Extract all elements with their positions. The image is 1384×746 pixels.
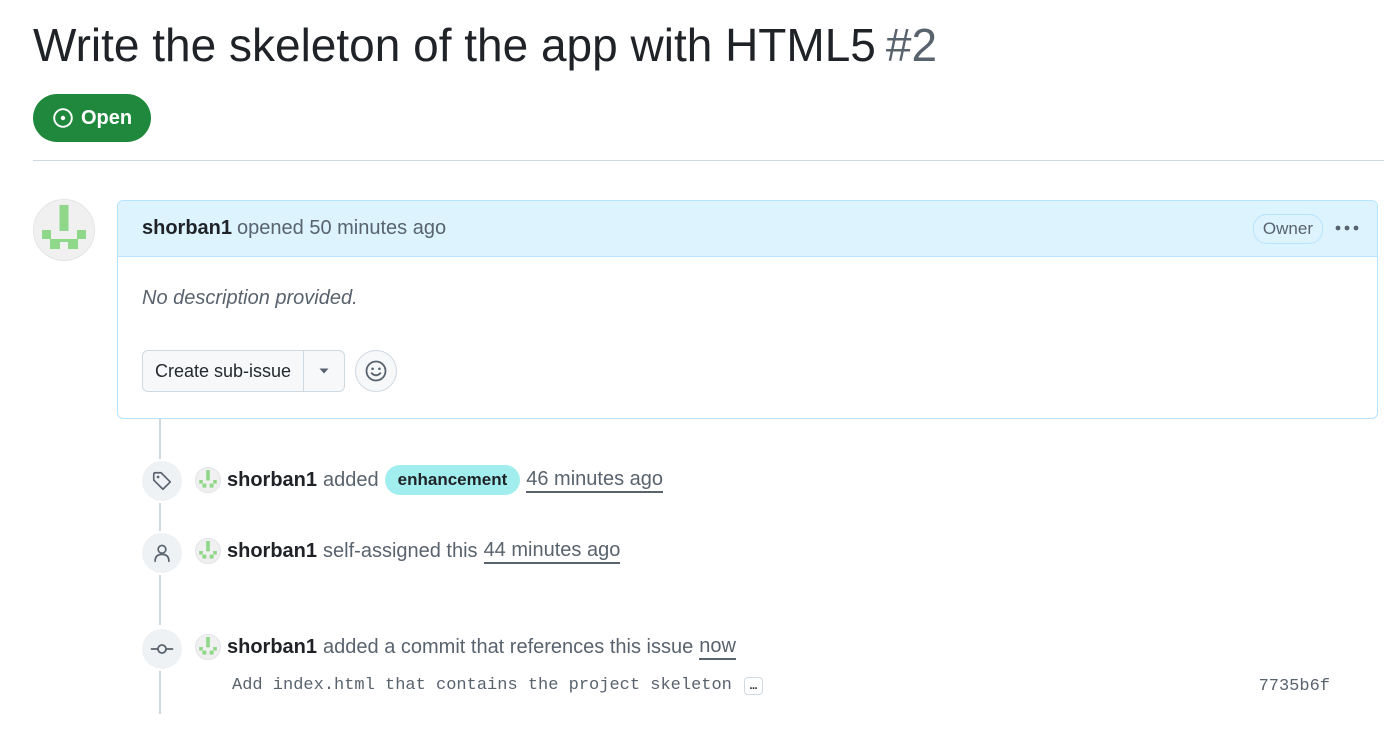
git-commit-icon <box>150 644 174 654</box>
create-sub-issue-dropdown-button[interactable] <box>304 351 344 391</box>
timeline-line <box>159 669 161 714</box>
create-sub-issue-split-button: Create sub-issue <box>142 350 346 392</box>
timeline-line <box>159 419 161 459</box>
timeline-event-icon <box>140 459 184 503</box>
event-actor-link[interactable]: shorban1 <box>227 636 317 659</box>
issue-opened-icon <box>52 107 74 129</box>
issue-title-row: Write the skeleton of the app with HTML5… <box>33 14 937 76</box>
issue-title: Write the skeleton of the app with HTML5 <box>33 19 876 71</box>
triangle-down-icon <box>319 368 329 374</box>
event-text: added <box>323 468 379 491</box>
header-divider <box>33 160 1384 161</box>
label-enhancement[interactable]: enhancement <box>384 465 521 495</box>
create-sub-issue-button[interactable]: Create sub-issue <box>143 351 305 391</box>
owner-badge: Owner <box>1252 214 1323 244</box>
comment-body: No description provided. Create sub-issu… <box>118 257 1377 392</box>
comment-meta: opened 50 minutes ago <box>237 217 447 239</box>
commit-sha-link[interactable]: 7735b6f <box>1259 676 1330 698</box>
person-icon <box>154 544 170 563</box>
event-timestamp-link[interactable]: 46 minutes ago <box>526 467 664 493</box>
author-avatar[interactable] <box>33 199 95 261</box>
comment-description: No description provided. <box>142 287 358 309</box>
actor-avatar[interactable] <box>195 634 221 660</box>
issue-state-label: Open <box>80 106 133 129</box>
timeline-event-icon <box>140 627 184 671</box>
actor-avatar[interactable] <box>195 538 221 564</box>
event-actor-link[interactable]: shorban1 <box>227 469 317 492</box>
commit-row: Add index.html that contains the project… <box>232 676 764 695</box>
timeline-event-icon <box>140 531 184 575</box>
event-timestamp-link[interactable]: 44 minutes ago <box>483 538 621 564</box>
timeline-event-assigned: shorban1 self-assigned this 44 minutes a… <box>195 535 621 567</box>
actor-avatar[interactable] <box>195 467 221 493</box>
event-text: self-assigned this <box>323 539 478 562</box>
event-timestamp-link[interactable]: now <box>699 634 736 660</box>
comment-actions: Create sub-issue <box>142 350 1353 392</box>
issue-number: #2 <box>885 19 938 71</box>
commit-message-link[interactable]: Add index.html that contains the project… <box>232 676 732 695</box>
smiley-icon <box>365 360 387 382</box>
timeline-line <box>159 503 161 531</box>
comment-options-button[interactable] <box>1333 214 1361 242</box>
tag-icon <box>152 471 172 491</box>
event-text: added a commit that references this issu… <box>323 635 694 658</box>
expand-commit-message-button[interactable]: … <box>743 676 764 695</box>
event-actor-link[interactable]: shorban1 <box>227 540 317 563</box>
issue-state-badge: Open <box>33 94 151 142</box>
add-reaction-button[interactable] <box>355 350 398 392</box>
issue-comment: shorban1 opened 50 minutes ago Owner No … <box>117 200 1378 419</box>
comment-header: shorban1 opened 50 minutes ago Owner <box>118 201 1377 257</box>
comment-author-link[interactable]: shorban1 <box>142 217 232 240</box>
timeline-event-referenced: shorban1 added a commit that references … <box>195 631 736 663</box>
kebab-horizontal-icon <box>1335 225 1359 231</box>
timeline-line <box>159 575 161 625</box>
timeline-event-labeled: shorban1 added enhancement 46 minutes ag… <box>195 464 664 496</box>
